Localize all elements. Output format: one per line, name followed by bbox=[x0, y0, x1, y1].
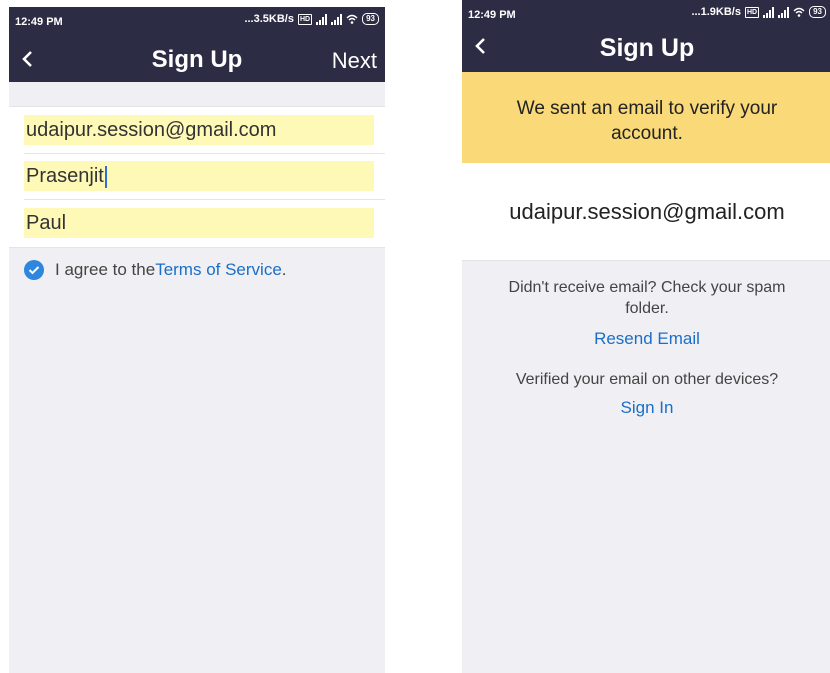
hd-icon: HD bbox=[744, 6, 760, 18]
hd-icon: HD bbox=[297, 13, 313, 25]
spam-hint-line-2: folder. bbox=[625, 300, 669, 317]
email-field[interactable]: udaipur.session@gmail.com bbox=[24, 115, 374, 145]
network-speed: ...1.9KB/s bbox=[691, 6, 741, 18]
resend-email-row: Resend Email bbox=[462, 328, 830, 350]
page-title: Sign Up bbox=[599, 34, 695, 62]
nav-bar: Sign Up bbox=[462, 30, 830, 72]
divider bbox=[24, 199, 385, 200]
sent-email-address: udaipur.session@gmail.com bbox=[462, 163, 830, 261]
status-time: 12:49 PM bbox=[468, 9, 516, 21]
last-name-field[interactable]: Paul bbox=[24, 208, 374, 238]
checkbox-checked-icon[interactable] bbox=[24, 260, 44, 280]
signal-icon bbox=[331, 13, 343, 25]
divider bbox=[24, 153, 385, 154]
banner-line-2: account. bbox=[611, 123, 683, 144]
signup-form-screen: 12:49 PM ...3.5KB/s HD 93 Sign Up Next u… bbox=[9, 7, 385, 673]
status-bar: 12:49 PM ...1.9KB/s HD 93 bbox=[462, 0, 830, 30]
signup-form: udaipur.session@gmail.com Prasenjit Paul bbox=[9, 106, 385, 248]
text-cursor bbox=[104, 165, 107, 188]
verified-elsewhere-text: Verified your email on other devices? bbox=[515, 371, 779, 388]
verification-banner: We sent an email to verify your account. bbox=[462, 72, 830, 163]
battery-icon: 93 bbox=[809, 6, 826, 18]
next-button[interactable]: Next bbox=[332, 48, 377, 74]
signal-icon bbox=[763, 6, 775, 18]
battery-icon: 93 bbox=[362, 13, 379, 25]
banner-line-1: We sent an email to verify your bbox=[516, 98, 778, 119]
resend-email-link[interactable]: Resend Email bbox=[594, 329, 700, 348]
terms-agreement: I agree to the Terms of Service. bbox=[24, 260, 287, 280]
sign-in-link[interactable]: Sign In bbox=[621, 398, 674, 417]
agree-text: I agree to the bbox=[55, 260, 156, 279]
sign-in-row: Sign In bbox=[462, 397, 830, 419]
signal-icon bbox=[778, 6, 790, 18]
network-speed: ...3.5KB/s bbox=[244, 13, 294, 25]
verify-email-screen: 12:49 PM ...1.9KB/s HD 93 Sign Up We sen… bbox=[462, 0, 830, 673]
terms-link[interactable]: Terms of Service bbox=[155, 260, 282, 280]
wifi-icon bbox=[793, 7, 805, 17]
signal-icon bbox=[316, 13, 328, 25]
nav-bar: Sign Up Next bbox=[9, 38, 385, 82]
spam-hint-line-1: Didn't receive email? Check your spam bbox=[508, 279, 786, 296]
page-title: Sign Up bbox=[151, 46, 243, 73]
first-name-field[interactable]: Prasenjit bbox=[24, 161, 374, 191]
first-name-value: Prasenjit bbox=[26, 165, 104, 187]
status-bar: 12:49 PM ...3.5KB/s HD 93 bbox=[9, 7, 385, 38]
wifi-icon bbox=[346, 14, 358, 24]
agree-period: . bbox=[281, 260, 287, 279]
spam-hint: Didn't receive email? Check your spam fo… bbox=[462, 277, 830, 319]
status-time: 12:49 PM bbox=[15, 16, 63, 28]
